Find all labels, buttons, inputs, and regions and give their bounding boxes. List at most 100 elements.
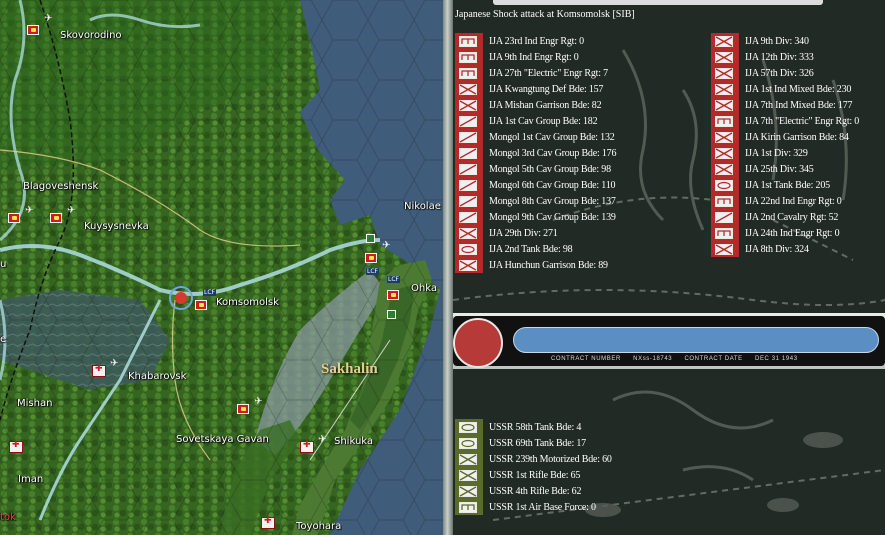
unit-row[interactable]: IJA Mishan Garrison Bde: 82	[455, 97, 669, 113]
air-unit-icon[interactable]: ✈	[25, 205, 33, 216]
unit-label: IJA Hunchun Garrison Bde: 89	[489, 259, 608, 271]
unit-row[interactable]: USSR 58th Tank Bde: 4	[455, 419, 669, 435]
unit-label: IJA 23rd Ind Engr Rgt: 0	[489, 35, 584, 47]
cavalry-icon	[459, 179, 477, 191]
contract-date-label: CONTRACT DATE	[684, 356, 743, 362]
map-label-edge-tok: tok	[0, 512, 16, 523]
infantry-icon	[459, 227, 477, 239]
map-label-sakhalin[interactable]: Sakhalin	[321, 361, 378, 378]
panel-divider	[443, 0, 453, 535]
battle-banner: CONTRACT NUMBER NXss-18743 CONTRACT DATE…	[453, 313, 885, 369]
unit-row[interactable]: Mongol 1st Cav Group Bde: 132	[455, 129, 669, 145]
unit-row[interactable]: IJA 23rd Ind Engr Rgt: 0	[455, 33, 669, 49]
unit-row[interactable]: Mongol 8th Cav Group Bde: 137	[455, 193, 669, 209]
unit-label: Mongol 1st Cav Group Bde: 132	[489, 131, 615, 143]
unit-row[interactable]: IJA 12th Div: 333	[711, 49, 885, 65]
unit-label: IJA 12th Div: 333	[745, 51, 814, 63]
japan-unit-counter[interactable]	[387, 290, 399, 300]
map-label-sovetskaya-gavan[interactable]: Sovetskaya Gavan	[176, 434, 269, 445]
unit-label: IJA 7th Ind Mixed Bde: 177	[745, 99, 853, 111]
unit-row[interactable]: USSR 69th Tank Bde: 17	[455, 435, 669, 451]
map-label-kuysysnevka[interactable]: Kuysysnevka	[84, 221, 149, 232]
map-label-mishan[interactable]: Mishan	[17, 398, 52, 409]
unit-row[interactable]: Mongol 5th Cav Group Bde: 98	[455, 161, 669, 177]
ussr-strength-bar	[513, 327, 879, 353]
map-label-iman[interactable]: Iman	[18, 474, 43, 485]
unit-label: Mongol 5th Cav Group Bde: 98	[489, 163, 611, 175]
japan-unit-counter[interactable]	[27, 25, 39, 35]
infantry-icon	[459, 99, 477, 111]
unit-row[interactable]: IJA 24th Ind Engr Rgt: 0	[711, 225, 885, 241]
soviet-city-khabarovsk-icon[interactable]	[92, 364, 106, 377]
unit-row[interactable]: IJA Kirin Garrison Bde: 84	[711, 129, 885, 145]
cavalry-icon	[459, 147, 477, 159]
map-label-skovorodino[interactable]: Skovorodino	[60, 30, 122, 41]
map-label-edge-u: u	[0, 259, 7, 270]
unit-row[interactable]: IJA 29th Div: 271	[455, 225, 669, 241]
unit-row[interactable]: IJA 22nd Ind Engr Rgt: 0	[711, 193, 885, 209]
unit-row[interactable]: IJA 57th Div: 326	[711, 65, 885, 81]
port-icon[interactable]	[366, 234, 375, 243]
unit-row[interactable]: IJA 2nd Tank Bde: 98	[455, 241, 669, 257]
unit-row[interactable]: Mongol 3rd Cav Group Bde: 176	[455, 145, 669, 161]
air-unit-icon[interactable]: ✈	[254, 396, 262, 407]
unit-row[interactable]: IJA 9th Ind Engr Rgt: 0	[455, 49, 669, 65]
infantry-icon	[715, 147, 733, 159]
japan-unit-counter[interactable]	[50, 213, 62, 223]
attacker-list-left: IJA 23rd Ind Engr Rgt: 0 IJA 9th Ind Engr…	[455, 33, 669, 273]
air-unit-icon[interactable]: ✈	[67, 205, 75, 216]
unit-label: Mongol 3rd Cav Group Bde: 176	[489, 147, 617, 159]
japan-unit-counter[interactable]	[8, 213, 20, 223]
air-unit-icon[interactable]: ✈	[382, 240, 390, 251]
air-unit-icon[interactable]: ✈	[110, 358, 118, 369]
unit-label: IJA Mishan Garrison Bde: 82	[489, 99, 602, 111]
soviet-city-iman-icon[interactable]	[9, 440, 23, 453]
unit-row[interactable]: IJA 1st Tank Bde: 205	[711, 177, 885, 193]
map-label-khabarovsk[interactable]: Khabarovsk	[128, 371, 186, 382]
infantry-icon	[459, 259, 477, 271]
japan-unit-counter[interactable]	[237, 404, 249, 414]
unit-row[interactable]: IJA Kwangtung Def Bde: 157	[455, 81, 669, 97]
japan-unit-counter[interactable]	[365, 253, 377, 263]
unit-row[interactable]: IJA 9th Div: 340	[711, 33, 885, 49]
unit-row[interactable]: USSR 239th Motorized Bde: 60	[455, 451, 669, 467]
infantry-icon	[715, 243, 733, 255]
air-unit-icon[interactable]: ✈	[318, 434, 326, 445]
soviet-city-shikuka-icon[interactable]	[300, 440, 314, 453]
unit-row[interactable]: Mongol 6th Cav Group Bde: 110	[455, 177, 669, 193]
infantry-icon	[715, 67, 733, 79]
unit-row[interactable]: IJA Hunchun Garrison Bde: 89	[455, 257, 669, 273]
strategic-map[interactable]: Skovorodino Blagoveshensk Kuysysnevka Ni…	[0, 0, 443, 535]
armor-icon	[715, 179, 733, 191]
port-icon[interactable]	[387, 310, 396, 319]
unit-row[interactable]: IJA 1st Ind Mixed Bde: 230	[711, 81, 885, 97]
unit-row[interactable]: Mongol 9th Cav Group Bde: 139	[455, 209, 669, 225]
unit-label: Mongol 9th Cav Group Bde: 139	[489, 211, 616, 223]
map-label-ohka[interactable]: Ohka	[411, 283, 437, 294]
map-label-komsomolsk[interactable]: Komsomolsk	[216, 297, 279, 308]
unit-row[interactable]: IJA 8th Div: 324	[711, 241, 885, 257]
unit-row[interactable]: IJA 1st Div: 329	[711, 145, 885, 161]
unit-label: Mongol 6th Cav Group Bde: 110	[489, 179, 616, 191]
map-label-blagoveshensk[interactable]: Blagoveshensk	[23, 181, 98, 192]
unit-row[interactable]: IJA 27th "Electric" Engr Rgt: 7	[455, 65, 669, 81]
engineer-icon	[459, 35, 477, 47]
unit-row[interactable]: IJA 7th Ind Mixed Bde: 177	[711, 97, 885, 113]
infantry-icon	[715, 51, 733, 63]
unit-row[interactable]: IJA 2nd Cavalry Rgt: 52	[711, 209, 885, 225]
unit-row[interactable]: USSR 1st Rifle Bde: 65	[455, 467, 669, 483]
map-label-shikuka[interactable]: Shikuka	[334, 436, 373, 447]
unit-row[interactable]: IJA 7th "Electric" Engr Rgt: 0	[711, 113, 885, 129]
unit-row[interactable]: IJA 1st Cav Group Bde: 182	[455, 113, 669, 129]
armor-icon	[459, 437, 477, 449]
unit-label: IJA Kwangtung Def Bde: 157	[489, 83, 604, 95]
japan-unit-counter[interactable]	[195, 300, 207, 310]
map-label-toyohara[interactable]: Toyohara	[296, 521, 341, 532]
soviet-city-toyohara-icon[interactable]	[261, 516, 275, 529]
japan-flag-icon	[453, 318, 503, 368]
air-unit-icon[interactable]: ✈	[44, 13, 52, 24]
unit-row[interactable]: USSR 4th Rifle Bde: 62	[455, 483, 669, 499]
unit-row[interactable]: IJA 25th Div: 345	[711, 161, 885, 177]
unit-row[interactable]: USSR 1st Air Base Force: 0	[455, 499, 669, 515]
map-label-nikolae[interactable]: Nikolae	[404, 201, 441, 212]
